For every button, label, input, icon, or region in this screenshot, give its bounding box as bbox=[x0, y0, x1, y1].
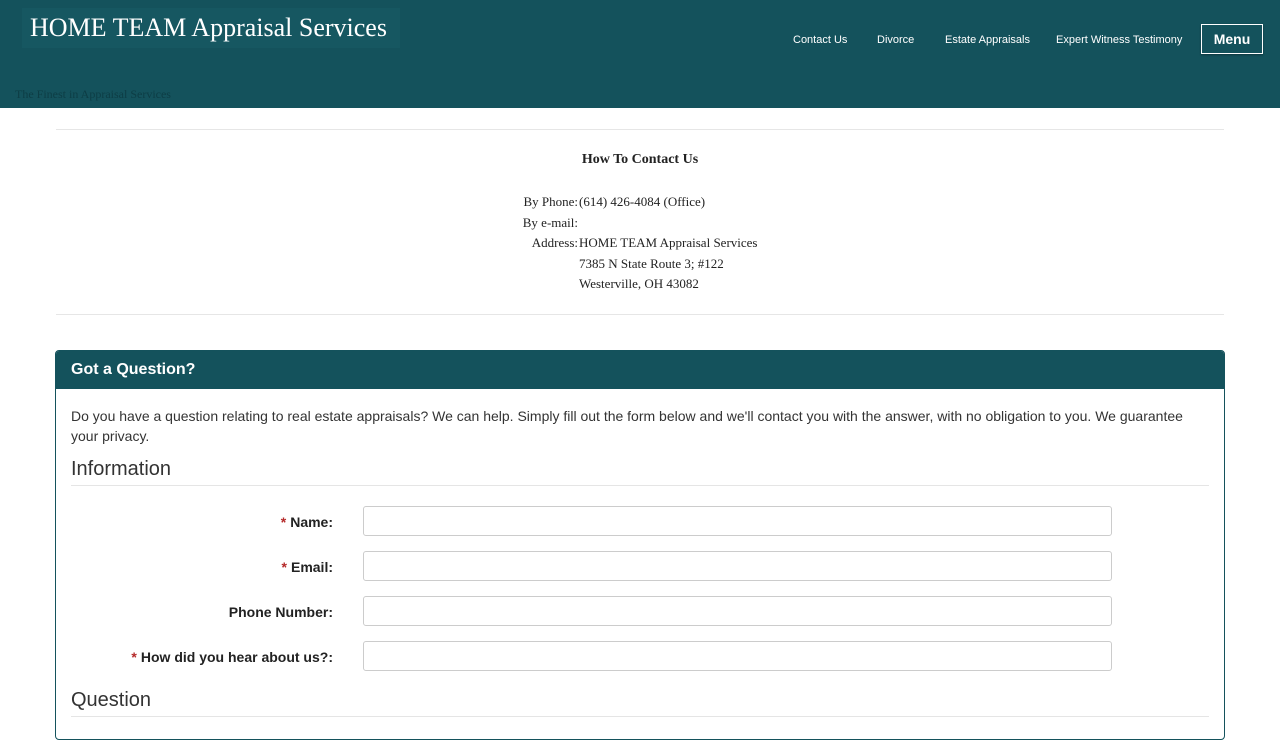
divider-top bbox=[56, 129, 1224, 130]
address-line-3: Westerville, OH 43082 bbox=[579, 276, 699, 291]
site-header: HOME TEAM Appraisal Services The Finest … bbox=[0, 0, 1280, 108]
information-heading: Information bbox=[71, 458, 172, 480]
required-mark: * bbox=[281, 559, 287, 575]
nav-estate-appraisals[interactable]: Estate Appraisals bbox=[945, 34, 1030, 46]
question-divider bbox=[71, 716, 1209, 717]
phone-label: By Phone: bbox=[523, 194, 578, 209]
nav-contact-us[interactable]: Contact Us bbox=[793, 34, 847, 46]
referral-input[interactable] bbox=[363, 641, 1112, 671]
divider-bottom bbox=[56, 314, 1224, 315]
address-line-2: 7385 N State Route 3; #122 bbox=[579, 256, 724, 271]
phone-value: (614) 426-4084 (Office) bbox=[579, 194, 706, 209]
required-mark: * bbox=[131, 649, 137, 665]
panel-title: Got a Question? bbox=[56, 351, 1224, 389]
required-mark: * bbox=[280, 514, 287, 530]
email-label: By e-mail: bbox=[522, 215, 578, 230]
phone-number-label: Phone Number: bbox=[228, 604, 333, 620]
name-input[interactable] bbox=[363, 506, 1112, 536]
site-title-box[interactable]: HOME TEAM Appraisal Services bbox=[22, 8, 400, 48]
address-label: Address: bbox=[531, 235, 578, 250]
site-title[interactable]: HOME TEAM Appraisal Services bbox=[30, 13, 387, 43]
email-input[interactable] bbox=[363, 551, 1112, 581]
name-label: * Name: bbox=[280, 514, 333, 530]
nav-expert-witness-testimony[interactable]: Expert Witness Testimony bbox=[1056, 34, 1182, 46]
question-panel: Got a Question? Do you have a question r… bbox=[55, 350, 1225, 740]
referral-label: * How did you hear about us?: bbox=[131, 649, 333, 665]
nav-divorce[interactable]: Divorce bbox=[877, 34, 914, 46]
site-tagline: The Finest in Appraisal Services bbox=[15, 87, 171, 101]
contact-title: How To Contact Us bbox=[581, 152, 699, 167]
email-field-label: * Email: bbox=[281, 559, 333, 575]
information-divider bbox=[71, 485, 1209, 486]
question-heading: Question bbox=[71, 689, 152, 711]
address-line-1: HOME TEAM Appraisal Services bbox=[579, 235, 758, 250]
phone-number-input[interactable] bbox=[363, 596, 1112, 626]
menu-button[interactable]: Menu bbox=[1201, 24, 1263, 54]
panel-intro: Do you have a question relating to real … bbox=[71, 408, 1183, 444]
